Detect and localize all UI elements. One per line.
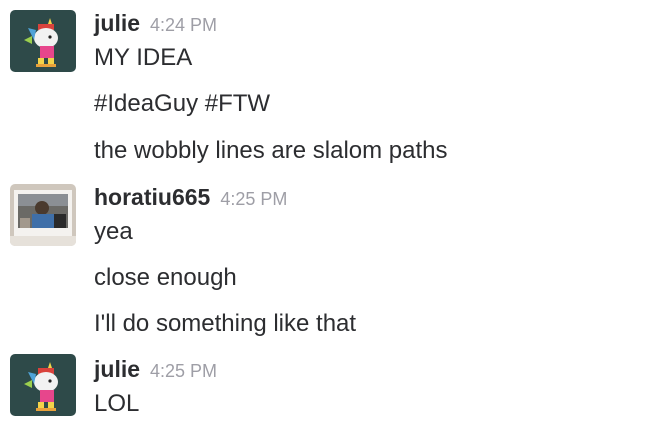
message-text: the wobbly lines are slalom paths (94, 137, 448, 164)
message-text: #IdeaGuy #FTW (94, 90, 271, 117)
avatar-julie[interactable] (10, 354, 76, 416)
avatar-horatiu665[interactable] (10, 184, 76, 246)
unicorn-avatar-icon (10, 10, 76, 72)
author-name[interactable]: julie (94, 356, 140, 382)
message-text: yea (94, 218, 133, 245)
author-name[interactable]: horatiu665 (94, 184, 210, 210)
message-text: close enough (94, 264, 237, 291)
message-header: julie 4:24 PM (94, 12, 217, 35)
message-timestamp[interactable]: 4:25 PM (150, 361, 217, 381)
avatar-julie[interactable] (10, 10, 76, 72)
message-timestamp[interactable]: 4:24 PM (150, 15, 217, 35)
message-timestamp[interactable]: 4:25 PM (220, 189, 287, 209)
author-name[interactable]: julie (94, 10, 140, 36)
message-text: I'll do something like that (94, 310, 357, 337)
unicorn-avatar-icon (10, 354, 76, 416)
message-text: LOL (94, 390, 140, 417)
photo-avatar-icon (10, 184, 76, 246)
message-text: MY IDEA (94, 44, 193, 71)
message-header: horatiu665 4:25 PM (94, 186, 287, 209)
message-header: julie 4:25 PM (94, 358, 217, 381)
